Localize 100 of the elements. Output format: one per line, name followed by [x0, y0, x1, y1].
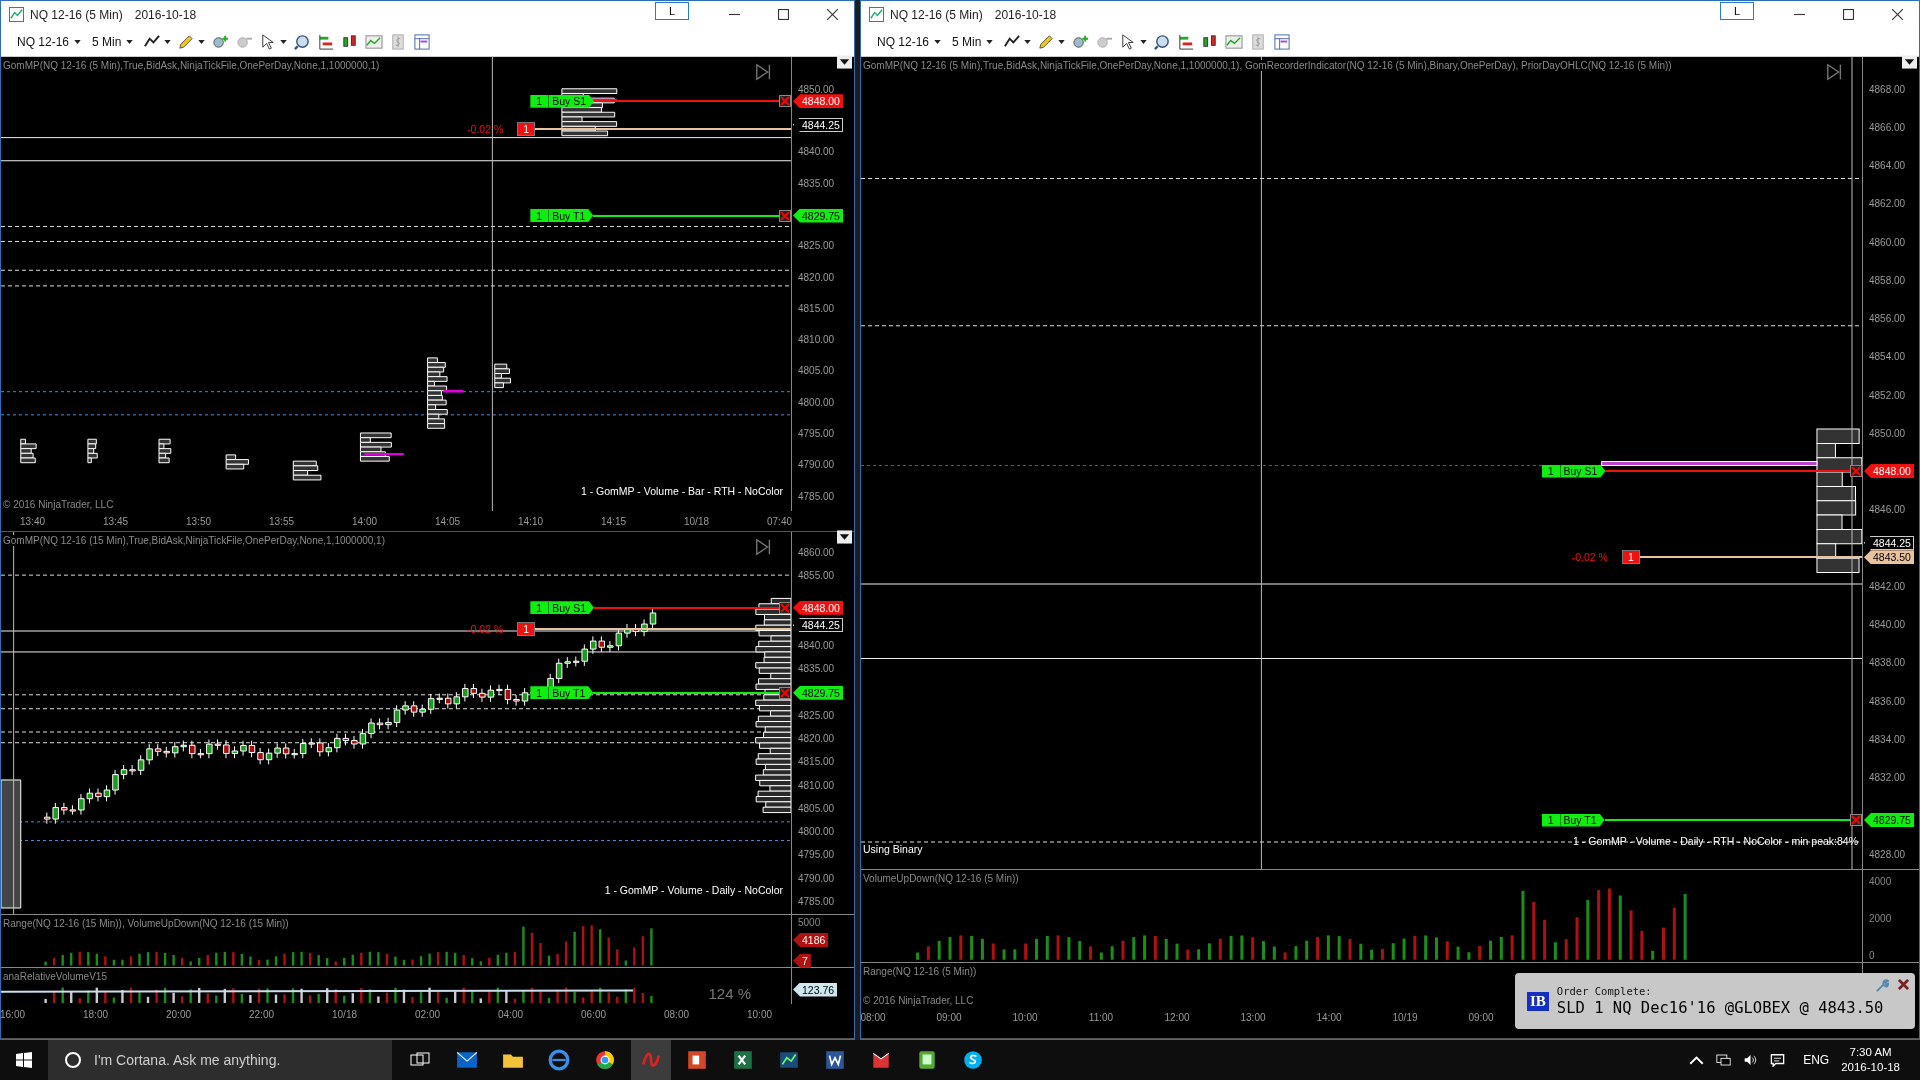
price-tag: 4848.00	[793, 600, 843, 615]
bar-chart-icon[interactable]	[1177, 33, 1196, 51]
axis-label: 13:40	[19, 515, 46, 527]
message-icon[interactable]	[1770, 1053, 1786, 1067]
axis-label: 4858.00	[1869, 274, 1906, 286]
language-indicator[interactable]: ENG	[1803, 1053, 1830, 1067]
axis-label: 4840.00	[798, 639, 835, 651]
close-icon[interactable]	[827, 9, 838, 20]
pencil-icon[interactable]	[177, 33, 196, 51]
close-icon[interactable]	[1850, 465, 1862, 478]
axis-label: 4815.00	[798, 302, 835, 314]
indicator-label: GomMP(NQ 12-16 (15 Min),True,BidAsk,NinjaTickFile,OnePerDay,None,1,1000000,1)	[3, 535, 385, 546]
zoom-in-icon[interactable]	[1071, 33, 1090, 51]
close-icon[interactable]	[779, 601, 791, 614]
axis-label: 4815.00	[798, 755, 835, 767]
indicator-label: Range(NQ 12-16 (15 Min)), VolumeUpDown(NQ 12-16 (15 Min))	[3, 918, 289, 929]
zoom-in-icon[interactable]	[211, 33, 230, 51]
axis-label: 4800.00	[798, 825, 835, 837]
caret-icon	[126, 40, 134, 44]
instrument-dropdown[interactable]: NQ 12-16	[873, 33, 946, 51]
spreadsheet-icon[interactable]	[732, 1049, 754, 1071]
position-quantity[interactable]: 1	[517, 621, 536, 636]
close-icon[interactable]	[779, 209, 791, 222]
browser-icon[interactable]	[548, 1049, 570, 1071]
close-icon[interactable]	[1898, 979, 1909, 990]
notebook-icon[interactable]	[916, 1049, 938, 1071]
area-chart-icon[interactable]	[365, 33, 384, 51]
order-tag[interactable]: 1 Buy S1	[1541, 464, 1606, 478]
copyright-text: © 2016 NinjaTrader, LLC	[863, 995, 974, 1006]
order-label: Buy T1	[551, 209, 586, 222]
dropdown-icon[interactable]	[837, 530, 852, 544]
document-icon[interactable]	[824, 1049, 846, 1071]
maximize-icon[interactable]	[778, 9, 789, 20]
area-chart-icon[interactable]	[1225, 33, 1244, 51]
search-icon[interactable]	[293, 33, 312, 51]
instrument-dropdown[interactable]: NQ 12-16	[13, 33, 86, 51]
axis-label: 08:00	[663, 1008, 690, 1020]
table-icon[interactable]	[1273, 33, 1292, 51]
search-field[interactable]: I'm Cortana. Ask me anything.	[48, 1040, 392, 1080]
position-quantity[interactable]: 1	[1621, 550, 1640, 565]
windows-logo-icon[interactable]	[16, 1052, 32, 1068]
order-tag[interactable]: 1 Buy T1	[530, 209, 594, 222]
interval-dropdown[interactable]: 5 Min	[948, 33, 998, 51]
window-date: 2016-10-18	[994, 7, 1057, 22]
dropdown-icon[interactable]	[837, 55, 852, 69]
speaker-icon[interactable]	[1743, 1053, 1759, 1067]
axis-label: 4810.00	[798, 333, 835, 345]
volume-profile	[359, 432, 392, 462]
table-icon[interactable]	[413, 33, 432, 51]
order-label: Buy S1	[551, 601, 586, 614]
axis-label: 4850.00	[798, 83, 835, 95]
slides-icon[interactable]	[686, 1049, 708, 1071]
maximize-icon[interactable]	[1843, 9, 1854, 20]
skip-end-icon[interactable]	[1826, 63, 1844, 81]
axis-label: 10:00	[1011, 1011, 1039, 1023]
task-view-icon[interactable]	[410, 1052, 430, 1068]
order-tag[interactable]: 1 Buy T1	[1541, 813, 1605, 827]
indicator-reading: 124 %	[708, 985, 751, 1002]
axis-label: 4840.00	[798, 145, 835, 157]
network-icon[interactable]	[1716, 1053, 1732, 1067]
interval-dropdown[interactable]: 5 Min	[88, 33, 138, 51]
clock-time[interactable]: 7:30 AM	[1849, 1045, 1892, 1060]
order-tag[interactable]: 1 Buy S1	[530, 94, 594, 108]
axis-label: 13:00	[1239, 1011, 1267, 1023]
layout-button[interactable]: L	[655, 1, 689, 20]
order-tag[interactable]: 1 Buy T1	[530, 686, 594, 700]
bar-chart-icon[interactable]	[317, 33, 336, 51]
axis-label: 4862.00	[1869, 197, 1906, 209]
axis-label: 09:00	[1467, 1011, 1495, 1023]
close-icon[interactable]	[779, 95, 791, 108]
dropdown-icon[interactable]	[1902, 55, 1917, 69]
volume-profile	[225, 454, 249, 470]
axis-label: 4854.00	[1869, 350, 1906, 362]
clock-date[interactable]: 2016-10-18	[1841, 1060, 1900, 1075]
search-icon[interactable]	[1153, 33, 1172, 51]
axis-label: 4795.00	[798, 848, 835, 860]
skip-end-icon[interactable]	[755, 63, 773, 81]
browser-icon[interactable]	[594, 1049, 616, 1071]
axis-label: 14:00	[351, 515, 378, 527]
close-icon[interactable]	[779, 686, 791, 699]
price-tag: 123.76	[793, 982, 838, 997]
axis-label: 06:00	[580, 1008, 607, 1020]
chart-window-icon[interactable]	[778, 1049, 800, 1071]
close-icon[interactable]	[1850, 814, 1862, 827]
axis-label: 08:00	[861, 1011, 887, 1023]
indicator-label: GomMP(NQ 12-16 (5 Min),True,BidAsk,NinjaTickFile,OnePerDay,None,1,1000000,1), GomRecorderIndicator(NQ 12-16 (5 Min),Binary,OnePerDay), PriorDayOHLC(NQ 12-16 (5 Min))	[863, 60, 1672, 71]
chat-icon[interactable]	[962, 1049, 984, 1071]
layout-button[interactable]: L	[1720, 1, 1754, 20]
axis-label: 4795.00	[798, 427, 835, 439]
axis-label: 16:00	[1, 1008, 26, 1020]
circle-icon	[64, 1051, 82, 1069]
pencil-icon[interactable]	[1037, 33, 1056, 51]
close-icon[interactable]	[1892, 9, 1903, 20]
mail-icon[interactable]	[456, 1049, 478, 1071]
axis-label: 4855.00	[798, 569, 835, 581]
position-quantity[interactable]: 1	[517, 122, 536, 137]
order-tag[interactable]: 1 Buy S1	[530, 601, 594, 615]
chevron-up-icon[interactable]	[1689, 1053, 1705, 1067]
axis-label: 4805.00	[798, 802, 835, 814]
skip-end-icon[interactable]	[755, 538, 773, 556]
